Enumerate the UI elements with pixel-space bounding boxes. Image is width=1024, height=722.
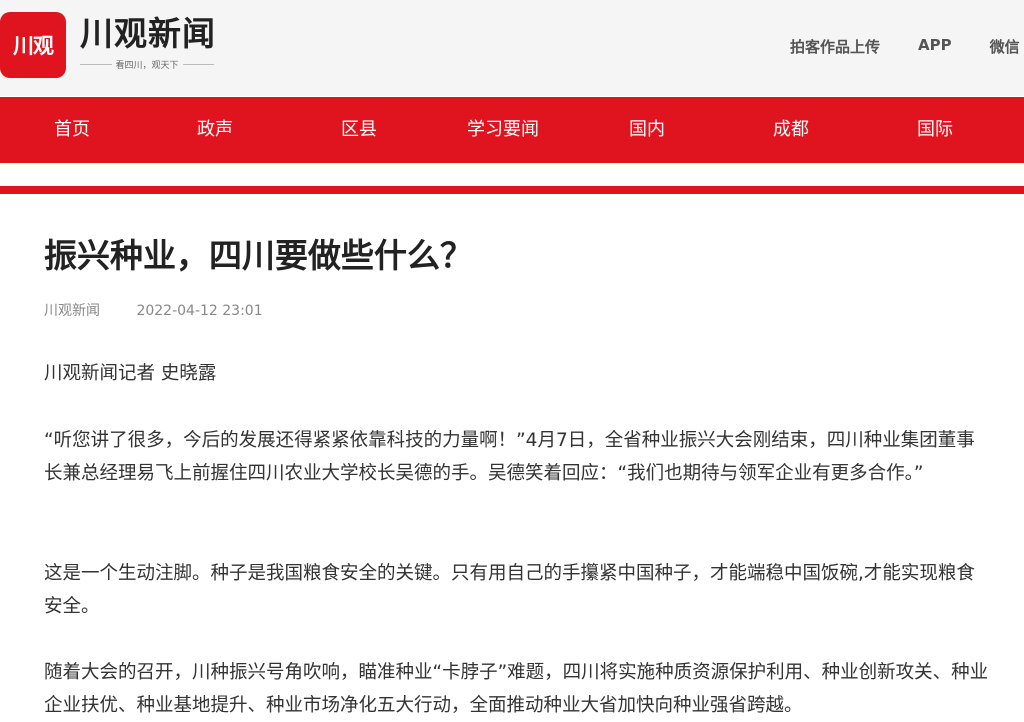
article-source: 川观新闻 bbox=[44, 303, 100, 319]
slogan-divider bbox=[80, 64, 112, 65]
article-meta: 川观新闻 2022-04-12 23:01 bbox=[44, 300, 263, 320]
app-link[interactable]: APP bbox=[918, 36, 952, 57]
nav-item-study[interactable]: 学习要闻 bbox=[467, 97, 539, 163]
article-byline: 川观新闻记者 史晓露 bbox=[44, 363, 217, 384]
logo-slogan: 看四川，观天下 bbox=[80, 58, 215, 71]
article-paragraph: 这是一个生动注脚。种子是我国粮食安全的关键。只有用自己的手攥紧中国种子，才能端稳… bbox=[44, 563, 975, 617]
nav-item-politics[interactable]: 政声 bbox=[197, 97, 233, 163]
logo-title[interactable]: 川观新闻 bbox=[80, 14, 216, 54]
nav-item-counties[interactable]: 区县 bbox=[341, 97, 377, 163]
slogan-divider bbox=[182, 64, 215, 65]
nav-item-home[interactable]: 首页 bbox=[54, 97, 90, 163]
slogan-text: 看四川，观天下 bbox=[115, 61, 179, 71]
article-title: 振兴种业，四川要做些什么？ bbox=[44, 236, 473, 275]
wechat-link[interactable]: 微信 bbox=[990, 36, 1020, 57]
nav-item-international[interactable]: 国际 bbox=[917, 97, 953, 163]
top-links: 拍客作品上传 APP 微信 bbox=[790, 36, 1020, 57]
nav-item-domestic[interactable]: 国内 bbox=[629, 97, 665, 163]
nav-item-chengdu[interactable]: 成都 bbox=[773, 97, 809, 163]
site-header: 川观 川观新闻 看四川，观天下 拍客作品上传 APP 微信 bbox=[0, 0, 1024, 96]
upload-link[interactable]: 拍客作品上传 bbox=[790, 36, 880, 57]
main-nav: 首页 政声 区县 学习要闻 国内 成都 国际 bbox=[0, 97, 1024, 163]
article-paragraph: 随着大会的召开，川种振兴号角吹响，瞄准种业“卡脖子”难题，四川将实施种质资源保护… bbox=[44, 662, 989, 716]
article-date: 2022-04-12 23:01 bbox=[136, 303, 263, 319]
article-paragraph: “听您讲了很多，今后的发展还得紧紧依靠科技的力量啊！”4月7日，全省种业振兴大会… bbox=[44, 430, 975, 484]
header-divider bbox=[0, 186, 1024, 194]
logo-icon[interactable]: 川观 bbox=[0, 12, 66, 78]
